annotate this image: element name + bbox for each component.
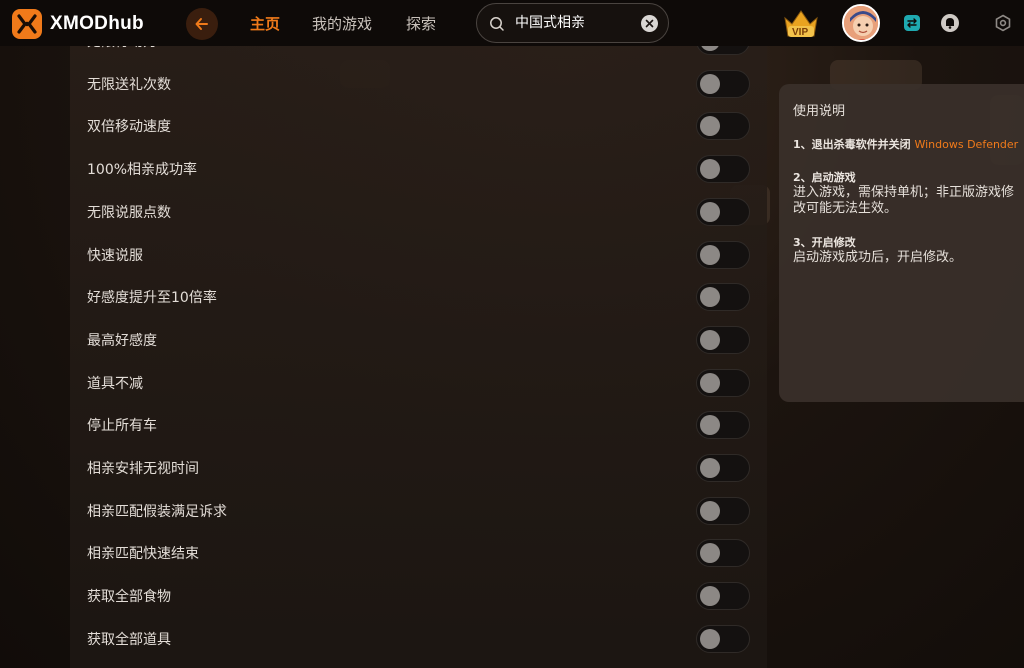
cheat-row: 无限行动力 — [70, 46, 767, 62]
cheat-label: 无限行动力 — [87, 46, 157, 51]
step-3-body: 启动游戏成功后，开启修改。 — [793, 250, 963, 265]
cheat-toggle[interactable] — [696, 240, 750, 269]
cheat-label: 100%相亲成功率 — [87, 162, 198, 179]
cheat-row: 好感度提升至10倍率 — [70, 276, 767, 318]
cheat-toggle[interactable] — [696, 69, 750, 98]
cheat-toggle[interactable] — [696, 283, 750, 312]
search-icon — [490, 17, 504, 31]
app-name: XMODhub — [50, 13, 144, 34]
cheat-label: 道具不减 — [87, 375, 143, 392]
toggle-knob — [700, 586, 720, 607]
cheat-row: 快速说服 — [70, 234, 767, 276]
cheat-list: 无限行动力无限送礼次数双倍移动速度 100%相亲成功率无限说服点数快速说服好感度提… — [70, 46, 767, 668]
cheat-toggle[interactable] — [696, 582, 750, 611]
cheat-toggle[interactable] — [696, 325, 750, 354]
cheat-label: 相亲匹配假装满足诉求 — [87, 503, 227, 520]
bell-icon[interactable] — [940, 13, 960, 33]
search-box — [476, 3, 669, 43]
step-1-heading: 1、退出杀毒软件并关闭 — [793, 138, 911, 151]
cheat-toggle[interactable] — [696, 46, 750, 55]
cheat-toggle[interactable] — [696, 624, 750, 653]
back-button[interactable] — [186, 8, 218, 40]
cheat-row: 相亲匹配快速结束 — [70, 532, 767, 574]
cheat-toggle[interactable] — [696, 454, 750, 482]
cheat-label: 无限说服点数 — [87, 204, 171, 221]
app-window: XMODhub 主页 我的游戏 探索 中国式相亲 VIP 无限送礼次数 双倍移动… — [0, 0, 1024, 668]
toggle-knob — [700, 372, 720, 393]
cheat-label: 快速说服 — [87, 247, 143, 264]
toggle-knob — [700, 159, 720, 180]
instruction-step-3: 3、开启修改 启动游戏成功后，开启修改。 — [793, 235, 1024, 266]
toggle-knob — [700, 46, 720, 51]
user-avatar[interactable] — [842, 4, 880, 42]
switch-icon[interactable] — [902, 13, 922, 33]
step-2-heading: 2、启动游戏 — [793, 171, 856, 184]
cheat-row: 相亲匹配假装满足诉求 — [70, 490, 767, 532]
toggle-knob — [700, 628, 720, 649]
cheat-label: 双倍移动速度 — [87, 119, 171, 136]
cheat-toggle[interactable] — [696, 112, 750, 141]
instructions-title: 使用说明 — [793, 104, 846, 119]
cheat-label: 相亲匹配快速结束 — [87, 546, 199, 563]
cheat-row: 获取全部食物 — [70, 575, 767, 617]
cheat-row: 无限送礼次数 — [70, 63, 767, 105]
cheat-label: 无限送礼次数 — [87, 76, 171, 93]
toggle-knob — [700, 244, 720, 265]
cheat-label: 获取全部道具 — [87, 631, 171, 648]
instruction-step-2: 2、启动游戏 进入游戏，需保持单机；非正版游戏修改可能无法生效。 — [793, 170, 1024, 217]
toggle-knob — [700, 500, 720, 521]
cheat-toggle[interactable] — [696, 197, 750, 226]
cheat-toggle[interactable] — [696, 155, 750, 184]
step-1-accent: Windows Defender — [914, 138, 1019, 151]
cheat-row: 双倍移动速度 — [70, 105, 767, 147]
arrow-left-icon — [195, 18, 208, 30]
cheat-label: 最高好感度 — [87, 332, 157, 349]
clear-search-button[interactable] — [641, 15, 658, 32]
toggle-knob — [700, 415, 720, 436]
toggle-knob — [700, 287, 720, 308]
cheat-row: 获取全部道具 — [70, 618, 767, 660]
gear-icon[interactable] — [993, 13, 1013, 33]
xmod-logo-icon — [12, 9, 42, 39]
cheat-toggle[interactable] — [696, 496, 750, 525]
cheat-toggle[interactable] — [696, 539, 750, 568]
search-input[interactable] — [515, 14, 635, 30]
toggle-knob — [700, 329, 720, 350]
cheat-row: 道具不减 — [70, 362, 767, 404]
app-logo[interactable]: XMODhub — [12, 9, 144, 39]
cheat-toggle[interactable] — [696, 411, 750, 440]
cheat-label: 停止所有车 — [87, 418, 157, 435]
instructions-panel: 使用说明 1、退出杀毒软件并关闭 Windows Defender 2、启动游戏… — [779, 84, 1024, 402]
cheat-row: 相亲安排无视时间 — [70, 447, 767, 489]
toggle-knob — [700, 201, 720, 222]
nav-my-games[interactable]: 我的游戏 — [312, 13, 372, 34]
toggle-knob — [700, 116, 720, 137]
nav-explore[interactable]: 探索 — [406, 13, 436, 34]
vip-button[interactable]: VIP — [781, 6, 821, 42]
step-3-heading: 3、开启修改 — [793, 236, 856, 249]
toggle-knob — [700, 543, 720, 564]
cheat-row: 停止所有车 — [70, 404, 767, 446]
cheat-toggle[interactable] — [696, 368, 750, 397]
nav-home[interactable]: 主页 — [250, 13, 280, 34]
cheat-row: 无限说服点数 — [70, 191, 767, 233]
top-bar: XMODhub 主页 我的游戏 探索 中国式相亲 VIP — [0, 0, 1024, 46]
step-2-body: 进入游戏，需保持单机；非正版游戏修改可能无法生效。 — [793, 185, 1015, 216]
cheat-row: 最高好感度 — [70, 319, 767, 361]
cheat-label: 好感度提升至10倍率 — [87, 290, 217, 307]
cheat-label: 相亲安排无视时间 — [87, 461, 199, 477]
instruction-step-1: 1、退出杀毒软件并关闭 Windows Defender — [793, 137, 1024, 152]
cheat-row: 100%相亲成功率 — [70, 148, 767, 190]
close-icon — [645, 19, 654, 28]
toggle-knob — [700, 73, 720, 94]
cheat-label: 获取全部食物 — [87, 589, 171, 606]
toggle-knob — [700, 458, 720, 478]
vip-label: VIP — [792, 27, 809, 38]
